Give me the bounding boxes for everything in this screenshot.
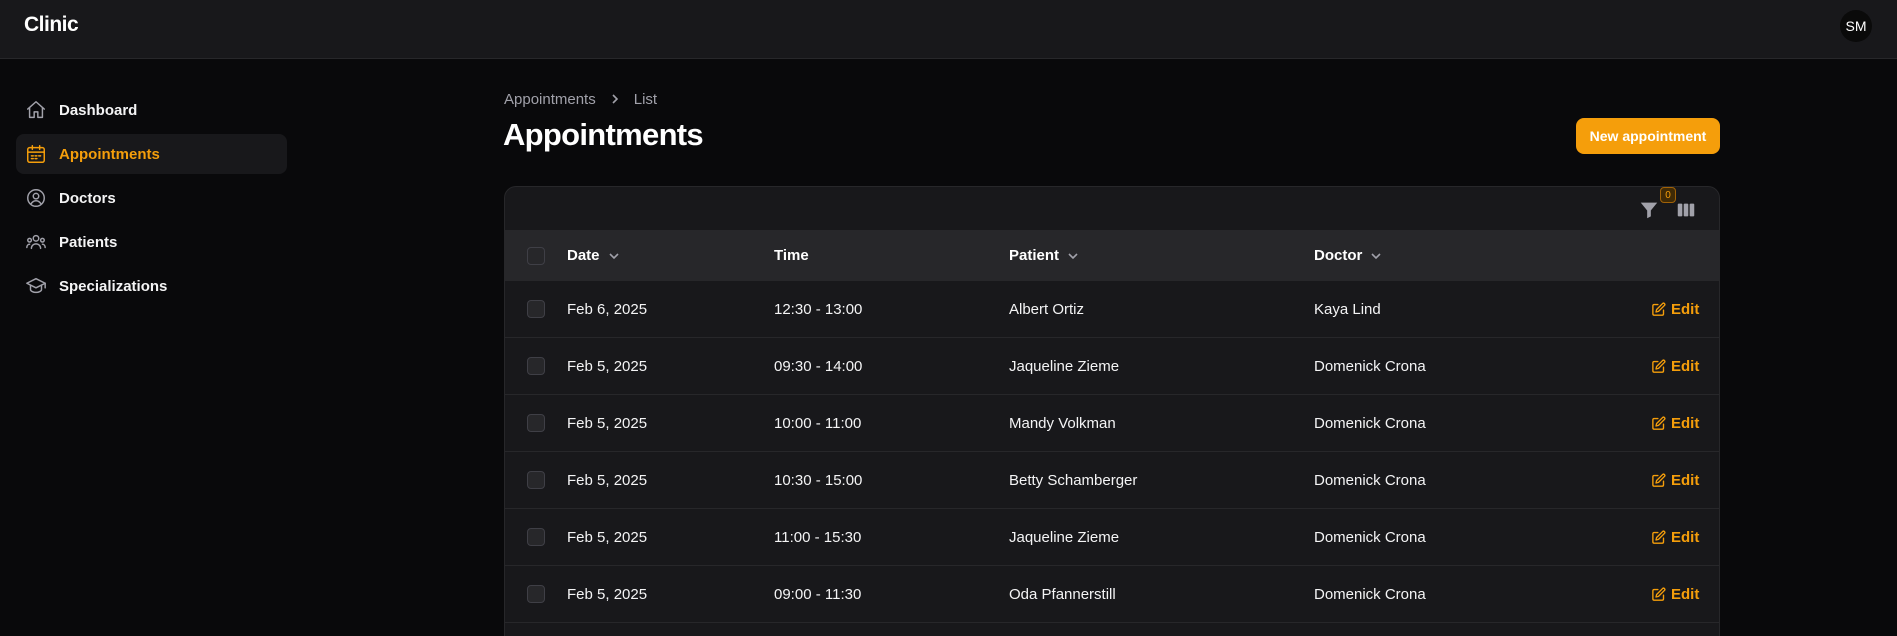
table-row[interactable]: Feb 5, 2025 10:30 - 15:00 Betty Schamber…	[505, 452, 1719, 509]
brand-logo[interactable]: Clinic	[24, 13, 79, 37]
users-icon	[24, 230, 48, 254]
cell-date: Feb 5, 2025	[567, 414, 648, 432]
column-header-label: Doctor	[1314, 247, 1363, 264]
row-checkbox[interactable]	[527, 300, 545, 318]
cell-time: 11:00 - 15:30	[774, 528, 862, 546]
academic-cap-icon	[24, 274, 48, 298]
sidebar-item-label: Appointments	[59, 145, 160, 163]
sidebar-item-dashboard[interactable]: Dashboard	[16, 90, 287, 130]
table-row[interactable]: Feb 5, 2025 09:00 - 11:30 Oda Pfannersti…	[505, 566, 1719, 623]
cell-doctor: Domenick Crona	[1314, 357, 1426, 375]
row-checkbox[interactable]	[527, 585, 545, 603]
breadcrumb-parent-link[interactable]: Appointments	[504, 91, 596, 108]
row-checkbox[interactable]	[527, 357, 545, 375]
cell-time: 09:30 - 14:00	[774, 357, 863, 375]
sidebar-item-label: Patients	[59, 233, 118, 251]
edit-button[interactable]: Edit	[1651, 586, 1699, 603]
table-row[interactable]: Feb 6, 2025 12:30 - 13:00 Albert Ortiz K…	[505, 281, 1719, 338]
table-body: Feb 6, 2025 12:30 - 13:00 Albert Ortiz K…	[505, 281, 1719, 623]
row-checkbox[interactable]	[527, 471, 545, 489]
edit-label: Edit	[1671, 357, 1700, 375]
edit-label: Edit	[1671, 585, 1700, 603]
sidebar-item-label: Specializations	[59, 277, 168, 295]
cell-date: Feb 5, 2025	[567, 585, 648, 603]
appointments-table: 0 Date Time Patient Doctor Feb 6, 2025 1…	[504, 186, 1720, 636]
breadcrumb-current: List	[633, 91, 658, 108]
cell-patient: Albert Ortiz	[1009, 300, 1085, 318]
edit-label: Edit	[1671, 471, 1700, 489]
cell-doctor: Domenick Crona	[1314, 414, 1426, 432]
cell-doctor: Domenick Crona	[1314, 585, 1426, 603]
table-row[interactable]: Feb 5, 2025 09:30 - 14:00 Jaqueline Ziem…	[505, 338, 1719, 395]
edit-button[interactable]: Edit	[1651, 415, 1699, 432]
select-all-checkbox[interactable]	[527, 246, 545, 265]
filter-icon[interactable]	[1638, 199, 1660, 221]
cell-date: Feb 5, 2025	[567, 357, 648, 375]
sidebar-item-specializations[interactable]: Specializations	[16, 266, 287, 306]
columns-icon[interactable]	[1675, 199, 1697, 221]
column-header-label: Date	[567, 247, 600, 264]
edit-button[interactable]: Edit	[1651, 301, 1699, 318]
column-header-label: Patient	[1009, 247, 1060, 264]
chevron-down-icon	[1370, 252, 1382, 260]
cell-doctor: Kaya Lind	[1314, 300, 1381, 318]
cell-time: 12:30 - 13:00	[774, 300, 863, 318]
breadcrumb: Appointments List	[504, 91, 657, 108]
page-title: Appointments	[503, 117, 704, 152]
edit-button[interactable]: Edit	[1651, 472, 1699, 489]
cell-patient: Mandy Volkman	[1009, 414, 1116, 432]
cell-patient: Jaqueline Zieme	[1009, 528, 1120, 546]
table-toolbar: 0	[505, 187, 1719, 231]
home-icon	[24, 98, 48, 122]
cell-date: Feb 5, 2025	[567, 528, 648, 546]
cell-doctor: Domenick Crona	[1314, 471, 1426, 489]
column-header-patient[interactable]: Patient	[1009, 247, 1079, 264]
row-checkbox[interactable]	[527, 414, 545, 432]
cell-doctor: Domenick Crona	[1314, 528, 1426, 546]
chevron-right-icon	[610, 92, 620, 108]
edit-label: Edit	[1671, 528, 1700, 546]
cell-date: Feb 5, 2025	[567, 471, 648, 489]
cell-patient: Oda Pfannerstill	[1009, 585, 1116, 603]
calendar-icon	[24, 142, 48, 166]
table-row[interactable]: Feb 5, 2025 10:00 - 11:00 Mandy Volkman …	[505, 395, 1719, 452]
new-appointment-button[interactable]: New appointment	[1576, 118, 1720, 154]
cell-date: Feb 6, 2025	[567, 300, 648, 318]
column-header-time: Time	[774, 247, 809, 264]
edit-button[interactable]: Edit	[1651, 529, 1699, 546]
cell-patient: Betty Schamberger	[1009, 471, 1138, 489]
table-header: Date Time Patient Doctor	[505, 231, 1719, 281]
sidebar-item-patients[interactable]: Patients	[16, 222, 287, 262]
pencil-square-icon	[1652, 416, 1666, 430]
row-checkbox[interactable]	[527, 528, 545, 546]
pencil-square-icon	[1652, 473, 1666, 487]
sidebar-item-appointments[interactable]: Appointments	[16, 134, 287, 174]
user-circle-icon	[24, 186, 48, 210]
sidebar-item-doctors[interactable]: Doctors	[16, 178, 287, 218]
cell-time: 10:00 - 11:00	[774, 414, 862, 432]
pencil-square-icon	[1652, 302, 1666, 316]
top-bar: Clinic SM	[0, 0, 1897, 59]
pencil-square-icon	[1652, 587, 1666, 601]
column-header-date[interactable]: Date	[567, 247, 620, 264]
chevron-down-icon	[608, 252, 620, 260]
edit-label: Edit	[1671, 414, 1700, 432]
chevron-down-icon	[1067, 252, 1079, 260]
user-avatar[interactable]: SM	[1840, 10, 1872, 42]
sidebar: Dashboard Appointments Doctors Patients …	[16, 90, 287, 310]
column-header-doctor[interactable]: Doctor	[1314, 247, 1382, 264]
edit-button[interactable]: Edit	[1651, 358, 1699, 375]
pencil-square-icon	[1652, 530, 1666, 544]
cell-patient: Jaqueline Zieme	[1009, 357, 1120, 375]
edit-label: Edit	[1671, 300, 1700, 318]
pencil-square-icon	[1652, 359, 1666, 373]
sidebar-item-label: Dashboard	[59, 101, 138, 119]
sidebar-item-label: Doctors	[59, 189, 116, 207]
cell-time: 09:00 - 11:30	[774, 585, 862, 603]
cell-time: 10:30 - 15:00	[774, 471, 863, 489]
filter-count-badge: 0	[1660, 187, 1676, 203]
table-row[interactable]: Feb 5, 2025 11:00 - 15:30 Jaqueline Ziem…	[505, 509, 1719, 566]
